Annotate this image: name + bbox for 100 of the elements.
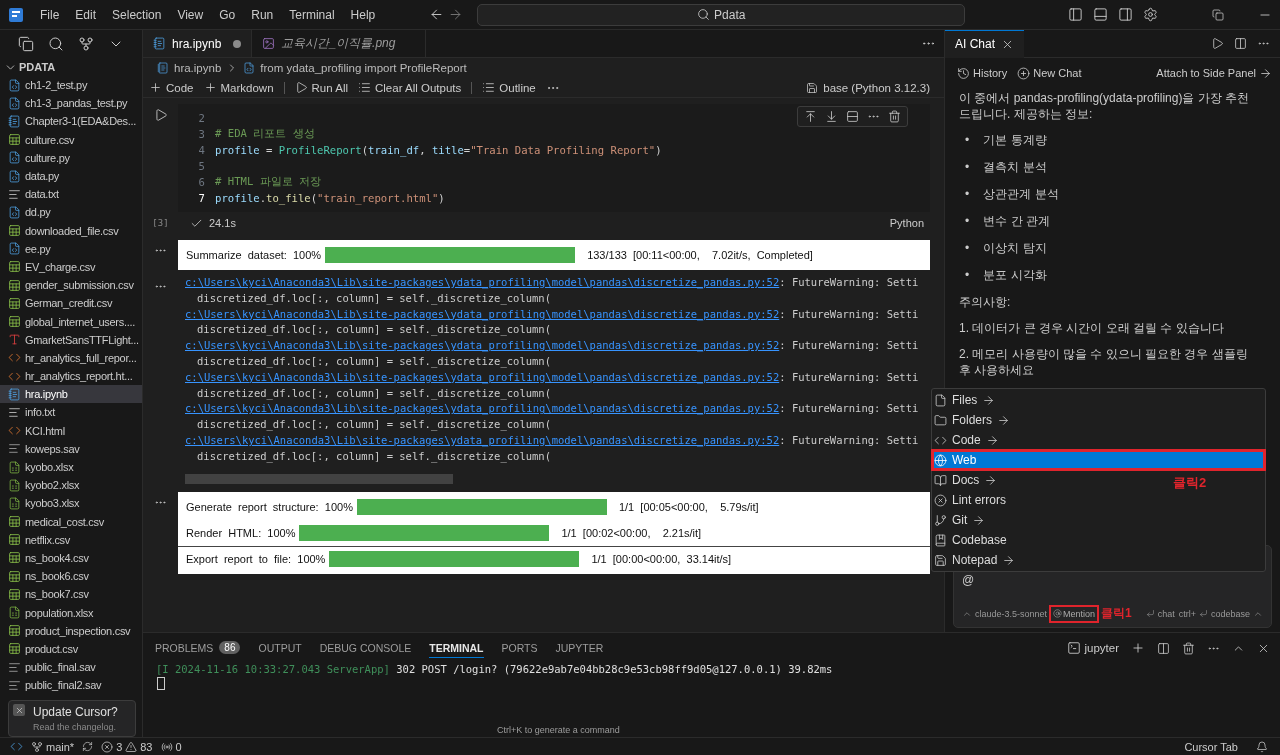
- explorer-entry[interactable]: EV_charge.csv: [0, 257, 142, 277]
- explorer-entry[interactable]: kyobo2.xlsx: [0, 476, 142, 495]
- forward-arrow-icon[interactable]: [448, 7, 464, 22]
- toolbar-button[interactable]: Outline: [482, 81, 536, 94]
- explorer-entry[interactable]: ns_book7.csv: [0, 585, 142, 604]
- explorer-entry[interactable]: data.txt: [0, 185, 142, 204]
- explorer-entry[interactable]: kyobo.xlsx: [0, 457, 142, 477]
- explorer-entry[interactable]: info.txt: [0, 403, 142, 422]
- explorer-entry[interactable]: medical_cost.csv: [0, 512, 142, 531]
- terminal-picker[interactable]: jupyter: [1067, 641, 1119, 655]
- explorer-entry[interactable]: Chapter3-1(EDA&Des...: [0, 112, 142, 131]
- menu-option[interactable]: Code: [932, 430, 1265, 450]
- explorer-entry[interactable]: ee.py: [0, 239, 142, 258]
- toolbar-button[interactable]: Run All: [294, 81, 348, 94]
- explorer-entry[interactable]: culture.py: [0, 148, 142, 167]
- new-chat-button[interactable]: New Chat: [1017, 66, 1082, 80]
- explorer-entry[interactable]: kyobo3.xlsx: [0, 494, 142, 513]
- run-above-icon[interactable]: [804, 110, 817, 123]
- mention-button[interactable]: Mention: [1051, 606, 1098, 621]
- panel-bottom-icon[interactable]: [1093, 7, 1108, 22]
- code-cell[interactable]: 2 3 # EDA 리포트 생성 4 profile = ProfileReport(train_df, title="Train Data Profiling Report") 5 6 # HTML 파일로 저장 7 profile.to_file("train_report.html"): [178, 104, 930, 212]
- menu-item[interactable]: File: [34, 5, 66, 24]
- explorer-entry[interactable]: GmarketSansTTFLight...: [0, 330, 142, 349]
- explorer-entry[interactable]: netflix.csv: [0, 530, 142, 549]
- explorer-entry[interactable]: culture.csv: [0, 130, 142, 149]
- search-icon[interactable]: [48, 36, 64, 52]
- source-control-icon[interactable]: [78, 36, 94, 52]
- explorer-entry[interactable]: product_inspection.csv: [0, 621, 142, 640]
- panel-tab[interactable]: JUPYTER: [555, 638, 604, 658]
- menu-option[interactable]: Web: [932, 450, 1265, 470]
- panel-tab[interactable]: TERMINAL: [429, 638, 484, 658]
- panel-tab[interactable]: OUTPUT: [258, 638, 302, 658]
- explorer-entry[interactable]: koweps.sav: [0, 439, 142, 458]
- explorer-entry[interactable]: public_final.sav: [0, 658, 142, 677]
- settings-icon[interactable]: [1143, 7, 1158, 22]
- attach-button[interactable]: Attach to Side Panel: [1156, 66, 1272, 80]
- bell-icon[interactable]: [1256, 740, 1268, 753]
- menu-option[interactable]: Lint errors: [932, 490, 1265, 510]
- explorer-entry[interactable]: public_final2.sav: [0, 676, 142, 695]
- problems-status[interactable]: 3 83: [101, 740, 153, 753]
- breadcrumb-item[interactable]: from ydata_profiling import ProfileReport: [260, 62, 467, 74]
- trash-icon[interactable]: [888, 110, 901, 123]
- panel-tab[interactable]: PROBLEMS 86: [155, 638, 241, 658]
- kernel-picker[interactable]: base (Python 3.12.3): [806, 81, 930, 94]
- explorer-entry[interactable]: downloaded_file.csv: [0, 221, 142, 240]
- explorer-entry[interactable]: global_internet_users....: [0, 312, 142, 331]
- sync-icon[interactable]: [82, 741, 94, 752]
- chat-tab[interactable]: AI Chat: [945, 29, 1025, 58]
- menu-option[interactable]: Folders: [932, 410, 1265, 430]
- panel-tab[interactable]: DEBUG CONSOLE: [319, 638, 412, 658]
- close-button[interactable]: [13, 704, 25, 716]
- menu-item[interactable]: Go: [213, 5, 242, 24]
- explorer-entry[interactable]: product.csv: [0, 639, 142, 658]
- run-cell-icon[interactable]: [153, 108, 168, 122]
- panel-tab[interactable]: PORTS: [501, 638, 538, 658]
- split-icon[interactable]: [1157, 641, 1170, 655]
- file-link[interactable]: c:\Users\kyci\Anaconda3\Lib\site-packages\ydata_profiling\model\pandas\discretize_pandas.py:52: [185, 276, 780, 288]
- explorer-entry[interactable]: ch1-3_pandas_test.py: [0, 94, 142, 113]
- menu-item[interactable]: View: [171, 5, 210, 24]
- explorer-entry[interactable]: ns_book4.csv: [0, 548, 142, 568]
- explorer-entry[interactable]: German_credit.csv: [0, 294, 142, 313]
- panel-left-icon[interactable]: [1068, 7, 1083, 22]
- search-field[interactable]: Pdata: [477, 3, 966, 26]
- codebase-hint[interactable]: ctrl+ codebase: [1178, 608, 1263, 619]
- back-arrow-icon[interactable]: [429, 7, 445, 22]
- explorer-entry[interactable]: gender_submission.csv: [0, 276, 142, 295]
- toolbar-button[interactable]: Code: [149, 81, 194, 94]
- file-link[interactable]: c:\Users\kyci\Anaconda3\Lib\site-packages\ydata_profiling\model\pandas\discretize_pandas.py:52: [185, 339, 780, 352]
- explorer-entry[interactable]: ch1-2_test.py: [0, 76, 142, 95]
- editor-tab[interactable]: hra.ipynb: [143, 30, 253, 57]
- panel-right-icon[interactable]: [1118, 7, 1133, 22]
- cell-language[interactable]: Python: [889, 217, 924, 229]
- toolbar-button[interactable]: Markdown: [203, 81, 274, 94]
- file-link[interactable]: c:\Users\kyci\Anaconda3\Lib\site-packages\ydata_profiling\model\pandas\discretize_pandas.py:52: [185, 307, 780, 320]
- plus-icon[interactable]: [1131, 641, 1145, 655]
- menu-option[interactable]: Git: [932, 510, 1265, 530]
- menu-option[interactable]: Files: [932, 390, 1265, 410]
- explorer-entry[interactable]: data.py: [0, 166, 142, 186]
- explorer-entry[interactable]: hr_analytics_report.ht...: [0, 367, 142, 386]
- trash-icon[interactable]: [1182, 641, 1195, 655]
- remote-icon[interactable]: [10, 740, 23, 753]
- file-link[interactable]: c:\Users\kyci\Anaconda3\Lib\site-packages\ydata_profiling\model\pandas\discretize_pandas.py:52: [185, 402, 780, 415]
- explorer-entry[interactable]: dd.py: [0, 203, 142, 222]
- restore-window-icon[interactable]: [1212, 8, 1224, 21]
- explorer-entry[interactable]: hra.ipynb: [0, 385, 142, 404]
- file-link[interactable]: c:\Users\kyci\Anaconda3\Lib\site-packages\ydata_profiling\model\pandas\discretize_pandas.py:52: [185, 370, 780, 383]
- run-below-icon[interactable]: [825, 110, 838, 123]
- play-icon[interactable]: [1211, 37, 1224, 50]
- branch-status[interactable]: main*: [31, 740, 75, 753]
- menu-item[interactable]: Edit: [69, 5, 103, 24]
- menu-item[interactable]: Help: [344, 5, 382, 24]
- menu-item[interactable]: Run: [245, 5, 280, 24]
- menu-item[interactable]: Terminal: [283, 5, 341, 24]
- explorer-entry[interactable]: hr_analytics_full_repor...: [0, 348, 142, 367]
- explorer-entry[interactable]: KCI.html: [0, 421, 142, 440]
- explorer-icon[interactable]: [18, 36, 34, 52]
- split-cell-icon[interactable]: [846, 110, 859, 123]
- model-picker[interactable]: claude-3.5-sonnet: [962, 608, 1048, 619]
- file-link[interactable]: c:\Users\kyci\Anaconda3\Lib\site-packages\ydata_profiling\model\pandas\discretize_pandas.py:52: [185, 433, 780, 446]
- cursor-tab-status[interactable]: Cursor Tab: [1184, 740, 1238, 753]
